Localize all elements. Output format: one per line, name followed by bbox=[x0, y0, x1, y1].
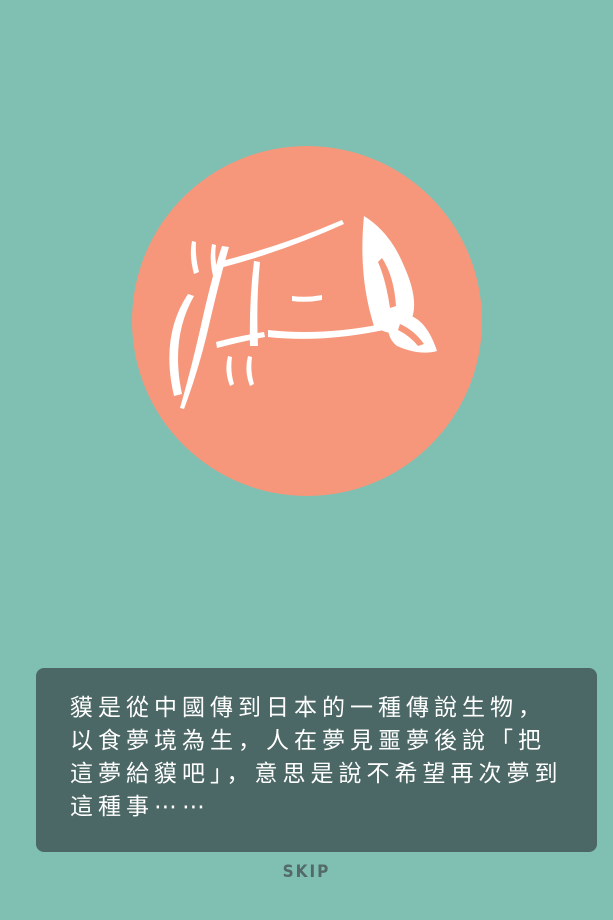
story-text: 貘是從中國傳到日本的一種傳說生物，以食夢境為生，人在夢見噩夢後說「把這夢給貘吧」… bbox=[70, 695, 563, 820]
skip-button[interactable]: SKIP bbox=[0, 862, 613, 882]
baku-logo-icon bbox=[169, 216, 437, 409]
story-card: 貘是從中國傳到日本的一種傳說生物，以食夢境為生，人在夢見噩夢後說「把這夢給貘吧」… bbox=[36, 668, 597, 852]
logo-circle bbox=[132, 146, 482, 496]
